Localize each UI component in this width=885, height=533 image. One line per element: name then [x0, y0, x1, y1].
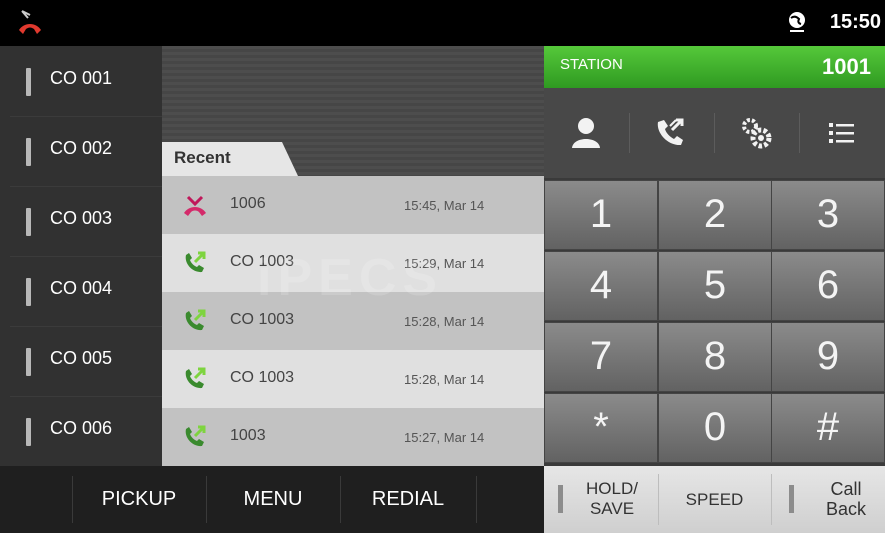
- line-status-led: [26, 348, 31, 376]
- co-line-label: CO 001: [50, 68, 113, 88]
- call-back-button[interactable]: Call Back: [771, 466, 885, 533]
- co-line-label: CO 005: [50, 348, 113, 368]
- recent-call-list: 1006 15:45, Mar 14 CO 1003 15:29, Mar 14…: [162, 176, 544, 467]
- outgoing-call-icon: [185, 425, 206, 447]
- callback-label-line2: Back: [825, 499, 867, 519]
- key-9[interactable]: 9: [771, 322, 885, 392]
- speed-dial-button[interactable]: SPEED: [658, 466, 771, 533]
- clock: 15:50: [829, 11, 881, 33]
- call-number: CO 1003: [230, 369, 295, 386]
- callback-label-line1: Call: [830, 479, 862, 499]
- co-line-label: CO 002: [50, 138, 113, 158]
- bottom-action-bar: PICKUP MENU REDIAL HOLD/ SAVE SPEED Call…: [0, 466, 885, 533]
- globe-icon: [789, 12, 805, 32]
- redial-button[interactable]: REDIAL: [340, 466, 476, 533]
- recent-call-row[interactable]: 1003 15:27, Mar 14: [162, 408, 544, 467]
- call-time: 15:28, Mar 14: [404, 372, 485, 387]
- pickup-button[interactable]: PICKUP: [72, 466, 206, 533]
- call-time: 15:45, Mar 14: [404, 198, 485, 213]
- key-6[interactable]: 6: [771, 251, 885, 321]
- call-time: 15:28, Mar 14: [404, 314, 485, 329]
- co-line-button[interactable]: CO 003: [10, 186, 162, 257]
- line-status-led: [26, 68, 31, 96]
- recent-panel: Recent 1006 15:45, Mar 14 CO 1003 15:29,…: [162, 46, 544, 467]
- outgoing-call-icon: [185, 251, 206, 273]
- brand-watermark: iPECS: [257, 249, 444, 307]
- call-number: 1006: [230, 195, 266, 212]
- co-line-button[interactable]: CO 001: [10, 46, 162, 117]
- menu-list-button[interactable]: [799, 88, 884, 178]
- line-status-led: [26, 208, 31, 236]
- co-line-label: CO 006: [50, 418, 113, 438]
- outgoing-call-icon: [185, 309, 206, 331]
- tab-recent[interactable]: Recent: [162, 142, 298, 176]
- key-7[interactable]: 7: [544, 322, 658, 392]
- key-2[interactable]: 2: [658, 180, 772, 250]
- menu-list-icon: [829, 123, 854, 143]
- co-line-button[interactable]: CO 006: [10, 396, 162, 467]
- line-status-led: [26, 278, 31, 306]
- feature-buttons: HOLD/ SAVE SPEED Call Back: [544, 466, 885, 533]
- station-label: STATION: [560, 56, 623, 73]
- recent-call-row[interactable]: CO 1003 15:28, Mar 14: [162, 350, 544, 409]
- contacts-button[interactable]: [544, 88, 629, 178]
- key-5[interactable]: 5: [658, 251, 772, 321]
- hold-label-line1: HOLD/: [586, 479, 638, 498]
- co-line-list: CO 001 CO 002 CO 003 CO 004 CO 005 CO 00…: [0, 46, 162, 467]
- dialer-panel: STATION 1001 1 2 3 4 5 6 7 8 9 * 0 #: [544, 46, 885, 466]
- key-star[interactable]: *: [544, 393, 658, 463]
- recent-call-row[interactable]: 1006 15:45, Mar 14: [162, 176, 544, 235]
- hold-status-led: [558, 485, 563, 513]
- dial-keypad: 1 2 3 4 5 6 7 8 9 * 0 #: [544, 180, 885, 466]
- settings-button[interactable]: [714, 88, 799, 178]
- tab-recent-label: Recent: [174, 148, 231, 167]
- key-4[interactable]: 4: [544, 251, 658, 321]
- contact-icon: [572, 118, 600, 148]
- key-0[interactable]: 0: [658, 393, 772, 463]
- key-3[interactable]: 3: [771, 180, 885, 250]
- function-toolbar: [544, 88, 885, 178]
- bottom-divider: [476, 476, 477, 523]
- call-time: 15:27, Mar 14: [404, 430, 485, 445]
- missed-call-icon: [19, 10, 41, 34]
- station-bar: STATION 1001: [544, 46, 885, 88]
- call-number: 1003: [230, 427, 266, 444]
- line-status-led: [26, 418, 31, 446]
- outgoing-call-icon: [185, 367, 206, 389]
- co-line-button[interactable]: CO 002: [10, 116, 162, 187]
- hold-label-line2: SAVE: [589, 499, 635, 518]
- call-log-icon: [657, 118, 684, 146]
- settings-icon: [742, 118, 772, 149]
- key-8[interactable]: 8: [658, 322, 772, 392]
- hold-save-button[interactable]: HOLD/ SAVE: [544, 466, 658, 533]
- call-number: CO 1003: [230, 311, 295, 328]
- callback-status-led: [789, 485, 794, 513]
- call-log-button[interactable]: [629, 88, 714, 178]
- co-line-button[interactable]: CO 005: [10, 326, 162, 397]
- key-1[interactable]: 1: [544, 180, 658, 250]
- key-hash[interactable]: #: [771, 393, 885, 463]
- status-bar: 15:50: [0, 0, 885, 46]
- menu-button[interactable]: MENU: [206, 466, 340, 533]
- co-line-label: CO 004: [50, 278, 113, 298]
- co-line-button[interactable]: CO 004: [10, 256, 162, 327]
- missed-call-icon: [184, 195, 206, 216]
- co-line-label: CO 003: [50, 208, 113, 228]
- station-number: 1001: [822, 54, 871, 79]
- line-status-led: [26, 138, 31, 166]
